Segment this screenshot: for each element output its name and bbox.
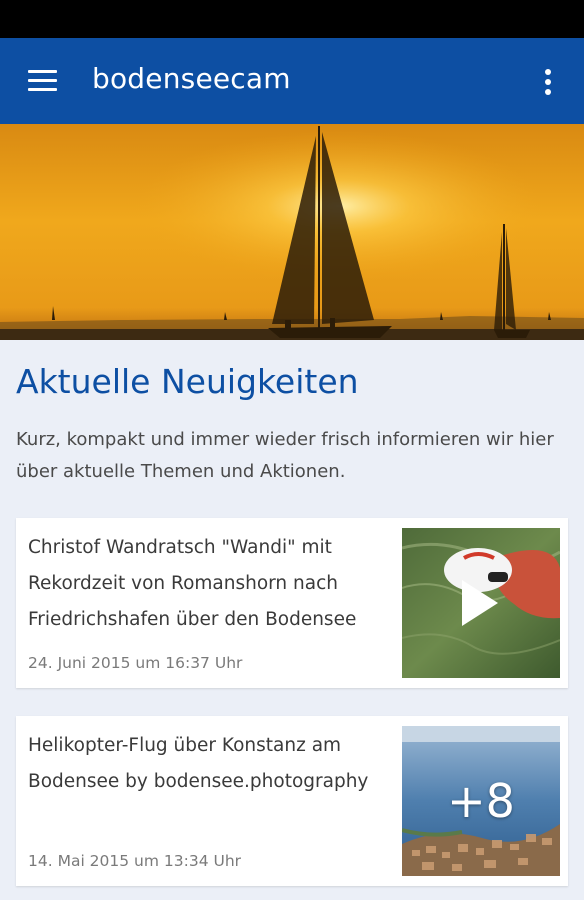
section-intro: Kurz, kompakt und immer wieder frisch in… (16, 429, 554, 482)
news-date: 24. Juni 2015 um 16:37 Uhr (28, 654, 243, 672)
news-thumbnail[interactable]: +8 (402, 726, 560, 876)
app-title: bodenseecam (92, 62, 291, 95)
section-title: Aktuelle Neuigkeiten (16, 362, 359, 401)
news-card[interactable]: Christof Wandratsch "Wandi" mit Rekordze… (16, 518, 568, 688)
news-thumbnail[interactable] (402, 528, 560, 678)
hero-image (0, 124, 584, 340)
app-bar: bodenseecam (0, 38, 584, 124)
news-card[interactable]: Helikopter-Flug über Konstanz am Bodense… (16, 716, 568, 886)
news-date: 14. Mai 2015 um 13:34 Uhr (28, 852, 242, 870)
sailboat-sunset-photo (0, 124, 584, 340)
hamburger-menu-icon[interactable] (14, 53, 70, 109)
more-vert-icon[interactable] (524, 53, 572, 109)
news-headline: Helikopter-Flug über Konstanz am Bodense… (28, 735, 369, 792)
more-photos-count: +8 (447, 774, 515, 828)
status-bar (0, 0, 584, 38)
news-headline: Christof Wandratsch "Wandi" mit Rekordze… (28, 537, 357, 630)
swimmer-video-thumbnail (402, 528, 560, 678)
